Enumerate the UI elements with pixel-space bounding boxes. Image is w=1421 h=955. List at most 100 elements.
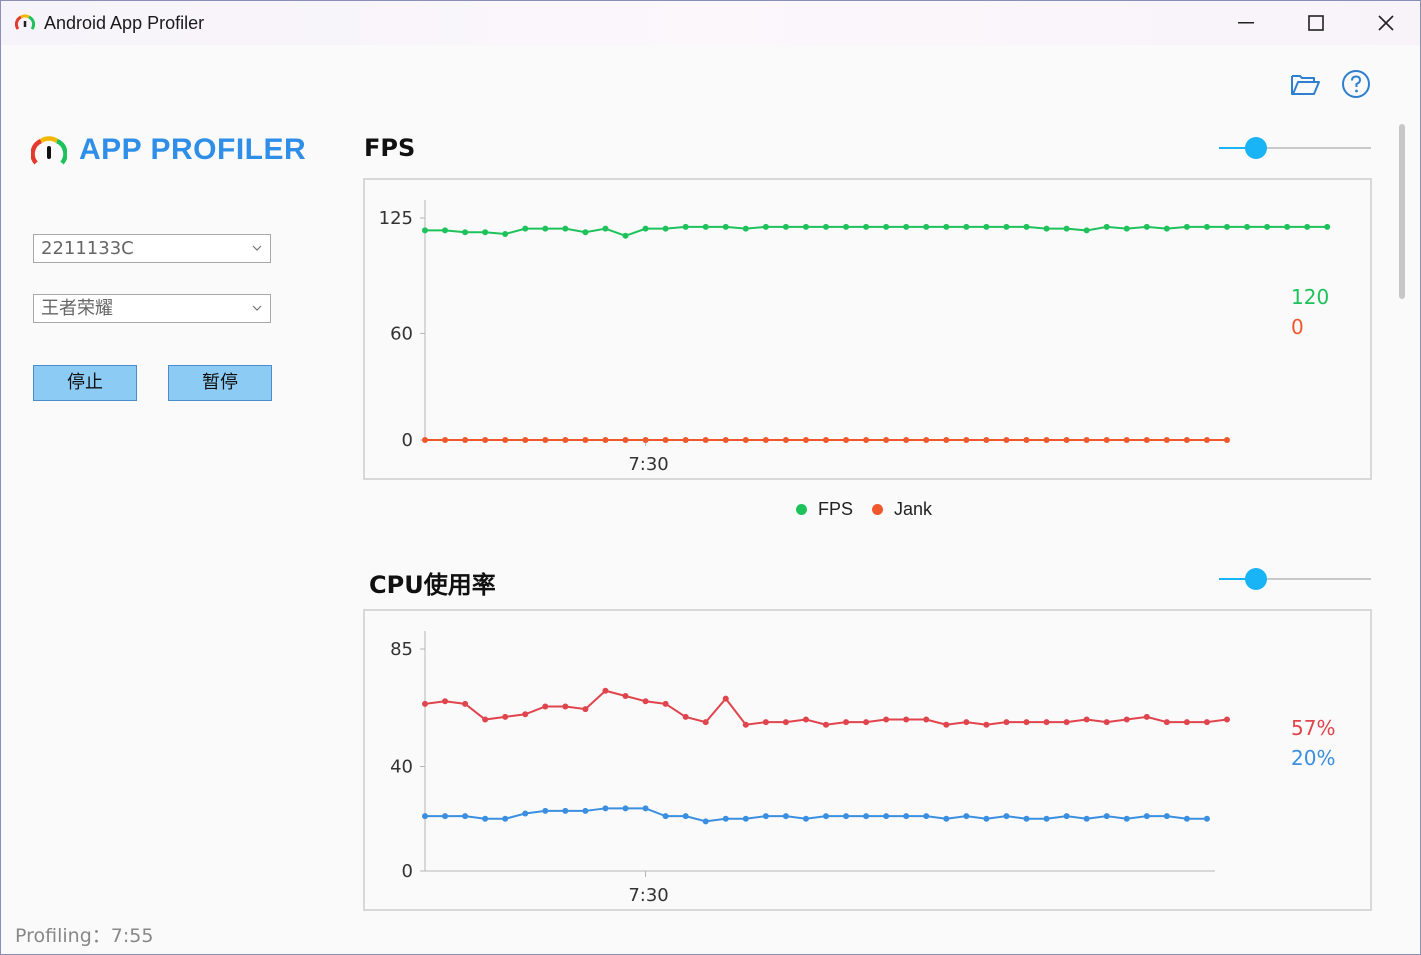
data-point (482, 229, 489, 236)
device-select-value: 2211133C (41, 238, 134, 259)
data-point (1043, 815, 1050, 822)
data-point (722, 695, 729, 702)
data-point (802, 815, 809, 822)
data-point (762, 437, 769, 443)
data-point (442, 227, 449, 234)
cpu-zoom-slider[interactable] (1219, 568, 1371, 592)
data-point (522, 711, 529, 718)
data-point (1083, 437, 1090, 443)
data-point (742, 815, 749, 822)
data-point (1123, 716, 1130, 723)
data-point (742, 721, 749, 728)
scrollbar-thumb[interactable] (1399, 124, 1405, 299)
app-select[interactable]: 王者荣耀 (33, 294, 271, 323)
data-point (1083, 716, 1090, 723)
data-point (482, 815, 489, 822)
y-tick-label: 125 (379, 208, 413, 229)
data-point (422, 437, 428, 443)
close-icon (1378, 15, 1394, 31)
data-point (642, 805, 649, 812)
data-point (1143, 713, 1150, 720)
data-point (462, 700, 469, 707)
maximize-button[interactable] (1281, 1, 1351, 45)
data-point (602, 225, 609, 232)
data-point (1103, 719, 1110, 726)
data-point (482, 716, 489, 723)
data-point (843, 437, 850, 443)
stop-button[interactable]: 停止 (33, 365, 137, 401)
data-point (1003, 223, 1010, 230)
legend-dot-jank (872, 504, 883, 515)
maximize-icon (1308, 15, 1324, 31)
data-point (502, 713, 509, 720)
data-point (823, 721, 829, 728)
data-point (1203, 223, 1210, 230)
data-point (682, 713, 689, 720)
data-point (883, 716, 890, 723)
legend-dot-fps (796, 504, 807, 515)
data-point (562, 437, 569, 443)
data-point (923, 716, 930, 723)
data-point (863, 437, 870, 443)
data-point (442, 437, 449, 443)
data-point (863, 223, 870, 230)
data-point (642, 698, 649, 705)
data-point (602, 687, 609, 694)
data-point (702, 437, 709, 443)
data-point (642, 437, 649, 443)
data-point (983, 815, 990, 822)
data-point (963, 719, 970, 726)
data-point (782, 437, 789, 443)
data-point (662, 813, 669, 820)
data-point (1123, 225, 1130, 232)
data-point (1063, 813, 1070, 820)
data-point (1103, 813, 1110, 820)
fps-section-title: FPS (364, 134, 416, 162)
data-point (943, 223, 950, 230)
profiling-status: Profiling：7:55 (15, 925, 154, 947)
data-point (1023, 815, 1030, 822)
data-point (1304, 223, 1311, 230)
data-point (1003, 437, 1010, 443)
data-point (762, 223, 769, 230)
data-point (422, 700, 428, 707)
app-window: Android App Profiler APP PROFILER 221113… (0, 0, 1421, 955)
folder-open-icon[interactable] (1289, 68, 1321, 100)
data-point (522, 810, 529, 817)
data-point (1163, 437, 1170, 443)
data-point (843, 719, 850, 726)
minimize-button[interactable] (1211, 1, 1281, 45)
data-point (1183, 719, 1190, 726)
title-bar[interactable]: Android App Profiler (1, 1, 1420, 45)
device-select[interactable]: 2211133C (33, 234, 271, 263)
y-tick-label: 0 (402, 861, 413, 882)
data-point (923, 223, 930, 230)
data-point (983, 721, 990, 728)
fps-zoom-slider[interactable] (1219, 137, 1371, 161)
data-point (1043, 437, 1050, 443)
data-point (1123, 815, 1130, 822)
current-fps-value: 120 (1291, 285, 1329, 309)
app-logo-icon (15, 14, 35, 30)
data-point (1203, 719, 1210, 726)
data-point (522, 225, 529, 232)
y-tick-label: 60 (390, 323, 413, 344)
data-point (462, 813, 469, 820)
data-point (702, 223, 709, 230)
data-point (1203, 815, 1210, 822)
data-point (742, 225, 749, 232)
x-tick-label: 7:30 (628, 885, 668, 906)
data-point (642, 225, 649, 232)
fps-legend-fps: FPS (796, 499, 853, 520)
data-point (963, 223, 970, 230)
series-line-0 (425, 225, 1328, 237)
pause-button[interactable]: 暂停 (168, 365, 272, 401)
slider-thumb[interactable] (1245, 568, 1267, 590)
data-point (462, 229, 469, 236)
data-point (602, 805, 609, 812)
data-point (802, 223, 809, 230)
close-button[interactable] (1351, 1, 1421, 45)
data-point (702, 719, 709, 726)
slider-thumb[interactable] (1245, 137, 1267, 159)
help-circle-icon[interactable] (1340, 68, 1372, 100)
